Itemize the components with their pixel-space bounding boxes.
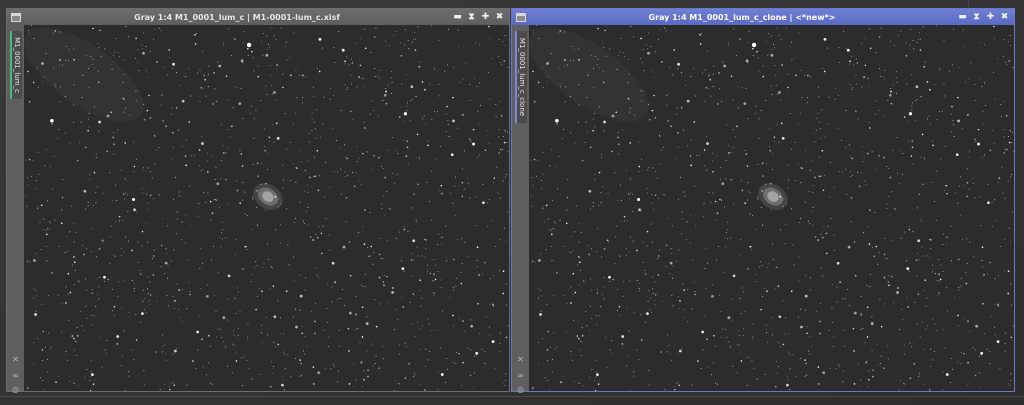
view-identifier-tab[interactable]: M1_0001_lum_c — [10, 31, 22, 99]
pin-icon[interactable]: ✕ — [11, 355, 20, 364]
window-titlebar[interactable]: Gray 1:4 M1_0001_lum_c_clone | <*new*> ▬… — [512, 9, 1014, 25]
pin-icon[interactable]: ✕ — [516, 355, 525, 364]
shade-icon[interactable]: ⧗ — [467, 12, 476, 22]
window-title: Gray 1:4 M1_0001_lum_c | M1-0001-lum_c.x… — [134, 12, 340, 22]
lock-icon[interactable]: ◎ — [11, 385, 20, 394]
view-identifier-label: M1_0001_lum_c — [13, 37, 21, 93]
workspace-divider-bottom — [0, 396, 1024, 397]
window-title: Gray 1:4 M1_0001_lum_c_clone | <*new*> — [648, 12, 836, 22]
maximize-icon[interactable]: ✚ — [986, 12, 995, 22]
workspace-divider-right — [968, 0, 969, 8]
image-window-original[interactable]: Gray 1:4 M1_0001_lum_c | M1-0001-lum_c.x… — [6, 8, 510, 394]
image-viewport[interactable] — [529, 25, 1014, 391]
image-window-clone[interactable]: Gray 1:4 M1_0001_lum_c_clone | <*new*> ▬… — [511, 8, 1015, 394]
window-icon[interactable] — [516, 12, 526, 22]
maximize-icon[interactable]: ✚ — [481, 12, 490, 22]
window-titlebar[interactable]: Gray 1:4 M1_0001_lum_c | M1-0001-lum_c.x… — [7, 9, 509, 25]
lock-icon[interactable]: ◎ — [516, 385, 525, 394]
view-side-panel: M1_0001_lum_c_clone ✕ ∞ ◎ — [512, 25, 529, 394]
starfield-image — [24, 25, 509, 391]
view-identifier-label: M1_0001_lum_c_clone — [518, 37, 526, 117]
window-icon[interactable] — [11, 12, 21, 22]
close-icon[interactable]: ✖ — [1000, 12, 1009, 22]
close-icon[interactable]: ✖ — [495, 12, 504, 22]
view-side-panel: M1_0001_lum_c ✕ ∞ ◎ — [7, 25, 24, 394]
starfield-image — [529, 25, 1014, 391]
minimize-icon[interactable]: ▬ — [958, 12, 967, 22]
minimize-icon[interactable]: ▬ — [453, 12, 462, 22]
link-icon[interactable]: ∞ — [11, 371, 20, 380]
image-viewport[interactable] — [24, 25, 509, 391]
shade-icon[interactable]: ⧗ — [972, 12, 981, 22]
link-icon[interactable]: ∞ — [516, 371, 525, 380]
view-identifier-tab[interactable]: M1_0001_lum_c_clone — [515, 31, 527, 123]
